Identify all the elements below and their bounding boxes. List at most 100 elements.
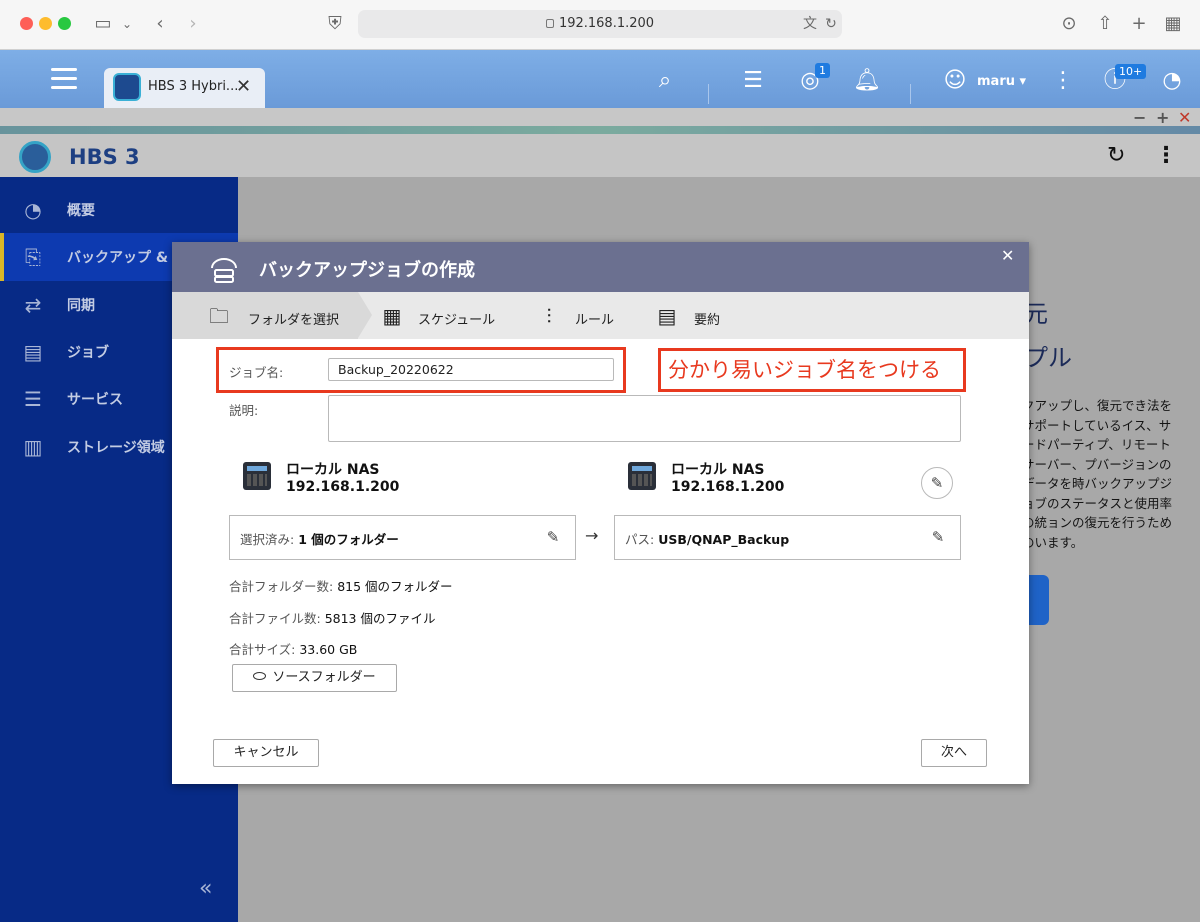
total-files-value: 5813 個のファイル [324,611,436,626]
main-menu-icon[interactable] [51,68,77,90]
sidebar-toggle-icon[interactable]: ▭ [92,12,114,36]
share-icon[interactable]: ⇧ [1095,12,1115,36]
total-folders-value: 815 個のフォルダー [337,579,453,594]
reload-icon[interactable]: ↻ [822,12,840,36]
calendar-icon: ▦ [382,304,402,328]
total-size-value: 33.60 GB [299,642,358,657]
clipboard-icon: ▤ [657,304,677,328]
minimize-icon[interactable]: − [1133,108,1146,127]
arrow-icon: → [585,526,599,545]
tab-overview-icon[interactable]: ▦ [1163,12,1183,36]
total-folders-label: 合計フォルダー数: [229,579,334,594]
download-icon[interactable]: ⊙ [1058,12,1080,36]
user-menu[interactable]: maru ▾ [977,74,1026,89]
source-path-label: 選択済み: [240,532,295,547]
sidebar-item-label: ストレージ領域 [67,440,165,456]
cancel-button[interactable]: キャンセル [213,739,319,767]
overview-heading-2: プル [1024,344,1072,372]
gauge-icon: ◔ [24,198,42,222]
address-bar[interactable]: 192.168.1.200 [358,10,842,38]
sidebar-item-label: バックアップ & 復 [67,250,187,266]
folder-check-icon: 🗀︎ [209,304,229,328]
app-title: HBS 3 [69,145,140,169]
chevron-down-icon[interactable]: ⌄ [120,12,134,36]
sidebar-item-label: 同期 [67,298,95,314]
lock-icon [545,19,554,28]
dashboard-icon[interactable]: ◔ [1157,66,1187,96]
close-icon[interactable]: ✕ [236,76,251,97]
source-nas-ip: 192.168.1.200 [286,479,400,495]
refresh-icon[interactable]: ↻ [1107,143,1125,168]
url-text: 192.168.1.200 [558,16,655,31]
dialog-title: バックアップジョブの作成 [259,260,475,281]
close-icon[interactable]: ✕ [1001,246,1014,265]
hbs-logo-icon [19,141,51,173]
search-icon[interactable]: ⌕ [650,66,680,96]
app-header [0,134,1200,177]
sidebar-item-label: 概要 [67,203,95,219]
destination-nas-ip: 192.168.1.200 [671,479,785,495]
step-rules[interactable]: ルール [575,309,614,328]
more-options-icon[interactable]: ⋮ [1155,143,1177,168]
source-folder-box: 選択済み: 1 個のフォルダー ✎ [229,515,576,560]
background-tasks-icon[interactable]: ☰ [738,66,768,96]
source-folder-button[interactable]: ソースフォルダー [232,664,397,692]
sidebar-item-overview[interactable]: ◔ 概要 [0,186,238,234]
back-icon[interactable]: ‹ [150,12,170,36]
zoom-window-button[interactable] [58,17,71,30]
forward-icon[interactable]: › [183,12,203,36]
user-icon[interactable]: ☺ [940,66,970,96]
backup-icon: ⎘ [25,245,41,269]
nas-device-icon [628,462,656,490]
collapse-sidebar-icon[interactable]: « [199,876,212,901]
create-backup-job-dialog: バックアップジョブの作成 ✕ 🗀︎ フォルダを選択 ▦ スケジュール ⫶ ルール… [172,242,1029,784]
divider [708,84,709,104]
app-tab-label: HBS 3 Hybri... [148,79,239,94]
shield-icon[interactable]: ⛨ [325,12,345,36]
sliders-icon: ⫶ [546,304,552,328]
services-icon: ☰ [24,387,42,411]
edit-destination-icon[interactable]: ✎ [921,467,953,499]
edit-icon[interactable]: ✎ [929,528,947,546]
step-summary[interactable]: 要約 [694,309,720,328]
sync-icon: ⇄ [24,293,42,317]
more-options-icon[interactable]: ⋮ [1048,66,1078,96]
maximize-icon[interactable]: + [1156,108,1169,127]
step-folder-select[interactable]: フォルダを選択 [248,309,339,328]
translate-icon[interactable]: 文 [800,12,820,36]
jobs-icon: ▤ [23,340,43,364]
total-size-stat: 合計サイズ: 33.60 GB [229,639,357,658]
source-nas-name: ローカル NAS [286,462,380,478]
destination-path-value: USB/QNAP_Backup [658,532,790,547]
sidebar-item-label: サービス [67,392,123,408]
new-tab-icon[interactable]: + [1129,12,1149,36]
alert-badge: 10+ [1115,64,1147,79]
source-folder-button-label: ソースフォルダー [272,670,376,685]
bell-icon[interactable]: 🔔︎ [852,66,882,96]
destination-path-label: パス: [625,532,655,547]
description-label: 説明: [229,403,259,418]
hbs-app-icon [113,73,141,101]
total-files-stat: 合計ファイル数: 5813 個のファイル [229,608,436,627]
close-icon[interactable]: ✕ [1178,108,1191,127]
job-name-label: ジョブ名: [229,365,284,380]
annotation-callout: 分かり易いジョブ名をつける [658,348,966,392]
edit-icon[interactable]: ✎ [544,528,562,546]
eye-icon [253,672,267,680]
total-folders-stat: 合計フォルダー数: 815 個のフォルダー [229,576,453,595]
next-button[interactable]: 次へ [921,739,987,767]
source-path-value: 1 個のフォルダー [298,532,399,547]
sidebar-item-label: ジョブ [67,345,109,361]
job-name-input[interactable] [328,358,614,381]
dialog-header: バックアップジョブの作成 ✕ [172,242,1029,292]
minimize-window-button[interactable] [39,17,52,30]
storage-icon: ▥ [23,435,43,459]
destination-nas-name: ローカル NAS [671,462,765,478]
wizard-steps: 🗀︎ フォルダを選択 ▦ スケジュール ⫶ ルール ▤ 要約 [172,292,1029,339]
notification-badge: 1 [815,63,830,78]
step-schedule[interactable]: スケジュール [418,309,495,328]
destination-folder-box: パス: USB/QNAP_Backup ✎ [614,515,961,560]
description-input[interactable] [328,395,961,442]
app-window-accent [0,126,1200,134]
close-window-button[interactable] [20,17,33,30]
